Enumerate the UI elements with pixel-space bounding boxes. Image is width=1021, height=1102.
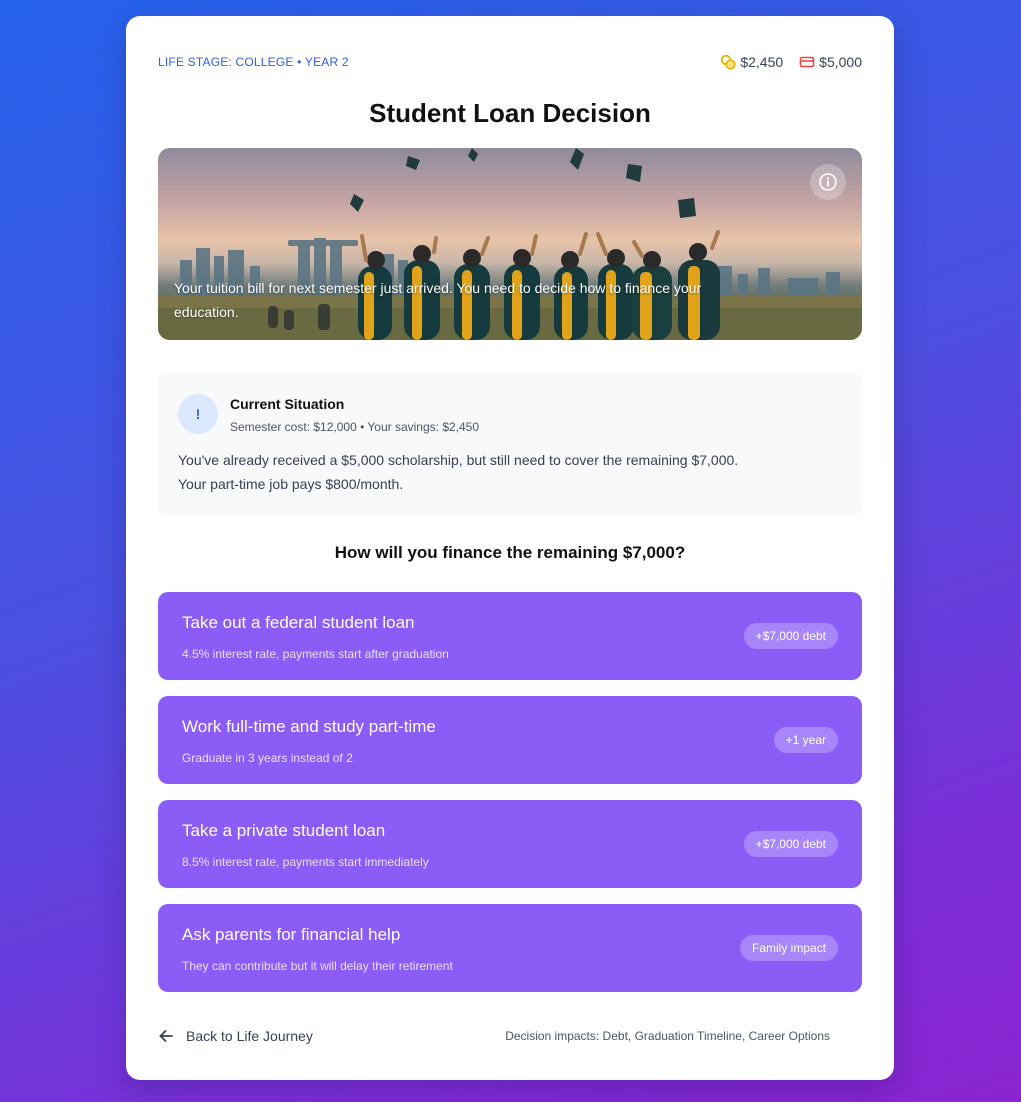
arrow-left-icon [159,1030,173,1042]
option-subtitle: 8.5% interest rate, payments start immed… [182,855,429,869]
option-title: Work full-time and study part-time [182,717,436,736]
option-private-loan[interactable]: Take a private student loan 8.5% interes… [158,800,862,888]
savings-value: $2,450 [740,54,784,70]
option-subtitle: Graduate in 3 years instead of 2 [182,751,353,765]
situation-body: You've already received a $5,000 scholar… [178,448,842,496]
option-subtitle: 4.5% interest rate, payments start after… [182,647,449,661]
debt-stat: $5,000 [799,54,862,70]
hero-image: Your tuition bill for next semester just… [158,148,862,340]
option-title: Take out a federal student loan [182,613,415,632]
decision-question: How will you finance the remaining $7,00… [334,543,686,562]
option-subtitle: They can contribute but it will delay th… [182,959,453,973]
decision-card: LIFE STAGE: COLLEGE • YEAR 2 $2,450 $5,0… [126,16,894,1080]
info-icon [819,173,837,191]
situation-subtitle: Semester cost: $12,000 • Your savings: $… [230,420,480,434]
page-title: Student Loan Decision [369,98,651,128]
option-federal-loan[interactable]: Take out a federal student loan 4.5% int… [158,592,862,680]
status-bar: LIFE STAGE: COLLEGE • YEAR 2 $2,450 $5,0… [158,52,862,72]
option-impact-badge: +$7,000 debt [743,831,838,857]
situation-body-line: Your part-time job pays $800/month. [178,476,404,492]
current-situation-panel: ! Current Situation Semester cost: $12,0… [158,372,862,516]
credit-card-icon [799,54,815,70]
option-work-full-time[interactable]: Work full-time and study part-time Gradu… [158,696,862,784]
savings-stat: $2,450 [720,54,783,70]
situation-title: Current Situation [230,396,345,412]
finance-stats: $2,450 $5,000 [720,54,862,70]
life-stage-label: LIFE STAGE: COLLEGE • YEAR 2 [158,55,349,69]
coins-icon [720,54,737,70]
hero-caption: Your tuition bill for next semester just… [174,280,702,320]
alert-icon: ! [178,394,218,434]
situation-body-line: You've already received a $5,000 scholar… [178,452,739,468]
option-title: Take a private student loan [182,821,386,840]
option-parents-help[interactable]: Ask parents for financial help They can … [158,904,862,992]
back-to-life-journey-link[interactable]: Back to Life Journey [158,1028,313,1044]
back-label: Back to Life Journey [186,1028,313,1044]
card-footer: Back to Life Journey Decision impacts: D… [158,1026,830,1046]
option-impact-badge: +$7,000 debt [743,623,838,649]
debt-value: $5,000 [819,54,862,70]
option-title: Ask parents for financial help [182,925,401,944]
decision-impacts: Decision impacts: Debt, Graduation Timel… [505,1029,830,1043]
option-impact-badge: +1 year [773,727,838,753]
info-button[interactable] [810,164,846,200]
option-impact-badge: Family impact [739,935,838,961]
